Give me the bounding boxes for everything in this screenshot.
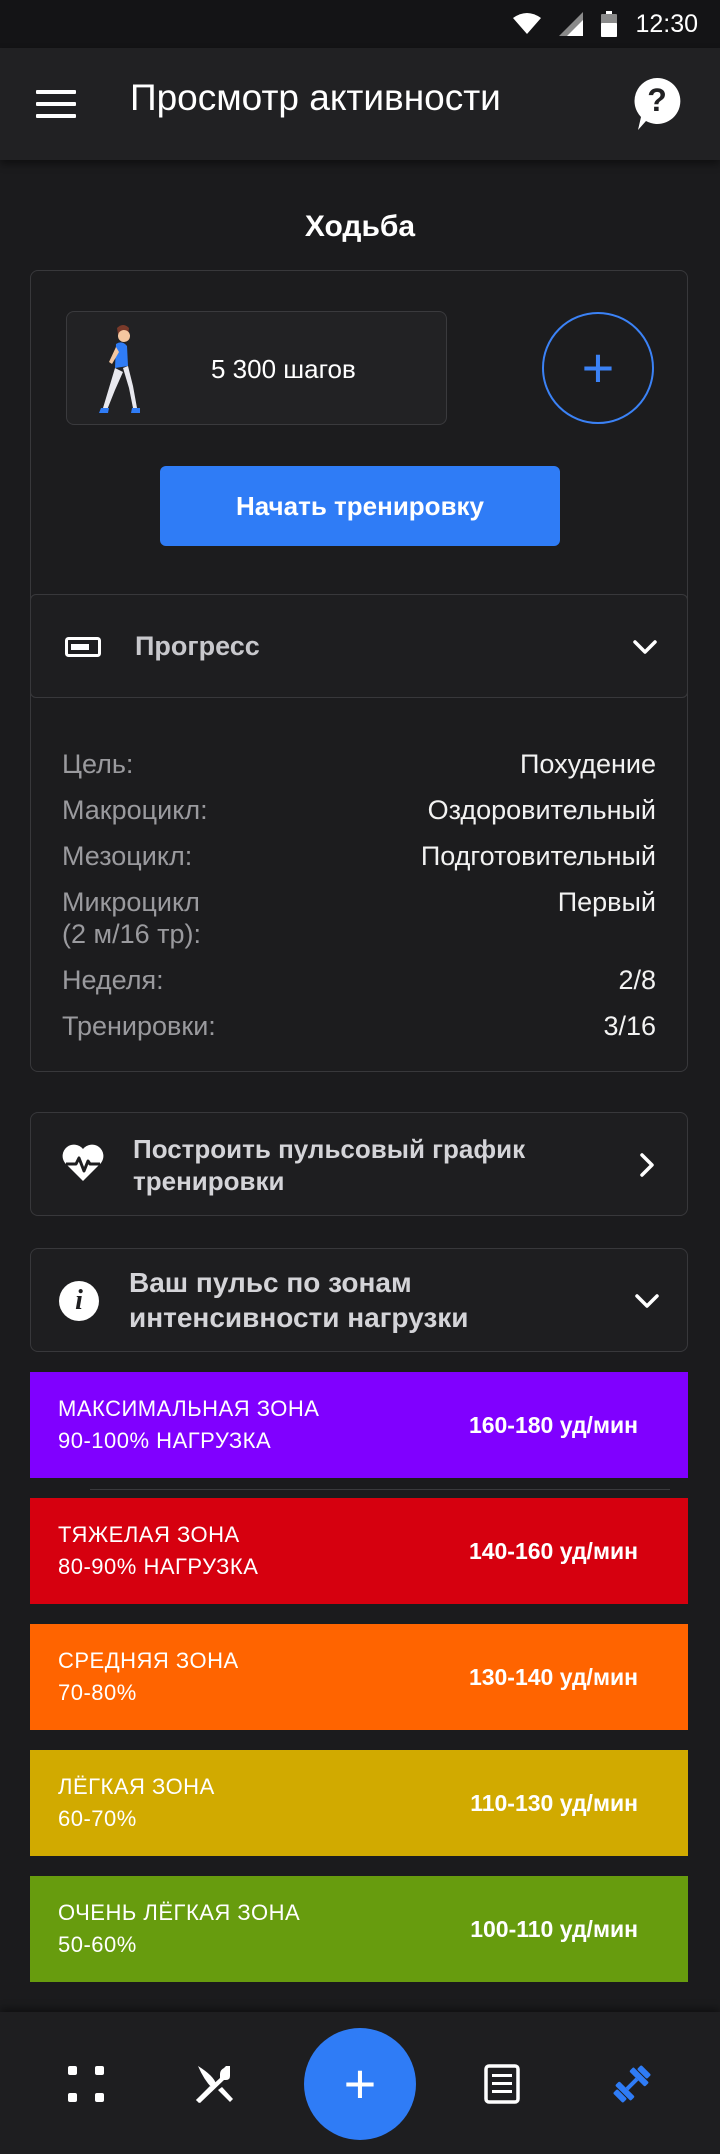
zones-label: Ваш пульс по зонам интенсивности нагрузк… bbox=[129, 1267, 469, 1333]
workouts-label: Тренировки: bbox=[62, 1011, 216, 1041]
help-icon[interactable]: ? bbox=[632, 76, 682, 132]
notes-icon[interactable] bbox=[480, 2062, 524, 2106]
progress-label: Прогресс bbox=[135, 631, 260, 661]
week-value: 2/8 bbox=[618, 965, 656, 995]
week-row: Неделя: 2/8 bbox=[62, 964, 656, 996]
chevron-down-icon bbox=[635, 1294, 659, 1308]
zone-load: 80-90% НАГРУЗКА bbox=[58, 1554, 259, 1579]
activity-title: Ходьба bbox=[304, 210, 416, 243]
workouts-value: 3/16 bbox=[603, 1011, 656, 1041]
food-icon[interactable] bbox=[192, 2062, 236, 2106]
page-title: Просмотр активности bbox=[130, 77, 501, 118]
goal-label: Цель: bbox=[62, 749, 134, 779]
zone-max: МАКСИМАЛЬНАЯ ЗОНА 90-100% НАГРУЗКА 160-1… bbox=[30, 1372, 688, 1478]
zone-name: ОЧЕНЬ ЛЁГКАЯ ЗОНА bbox=[58, 1900, 301, 1925]
heart-pulse-icon bbox=[62, 1144, 104, 1181]
steps-count: 5 300 шагов bbox=[211, 354, 356, 384]
add-steps-button[interactable]: + bbox=[542, 312, 654, 424]
zone-light: ЛЁГКАЯ ЗОНА 60-70% 110-130 уд/мин bbox=[30, 1750, 688, 1856]
walker-icon bbox=[99, 325, 140, 413]
zone-name: МАКСИМАЛЬНАЯ ЗОНА bbox=[58, 1396, 320, 1421]
cellular-signal-icon bbox=[559, 12, 584, 36]
zone-very-light: ОЧЕНЬ ЛЁГКАЯ ЗОНА 50-60% 100-110 уд/мин bbox=[30, 1876, 688, 1982]
info-icon: i bbox=[59, 1281, 99, 1321]
microcycle-label: Микроцикл (2 м/16 тр): bbox=[62, 887, 201, 949]
divider bbox=[90, 1489, 670, 1490]
zone-bpm: 140-160 уд/мин bbox=[468, 1537, 638, 1564]
microcycle-value: Первый bbox=[557, 887, 656, 917]
status-bar: 12:30 bbox=[0, 0, 720, 48]
mesocycle-value: Подготовительный bbox=[420, 841, 656, 871]
week-label: Неделя: bbox=[62, 965, 164, 995]
start-workout-button[interactable]: Начать тренировку bbox=[160, 466, 560, 546]
workout-icon[interactable] bbox=[610, 2062, 654, 2106]
wifi-icon bbox=[513, 13, 542, 34]
zone-medium: СРЕДНЯЯ ЗОНА 70-80% 130-140 уд/мин bbox=[30, 1624, 688, 1730]
mesocycle-label: Мезоцикл: bbox=[62, 841, 193, 871]
dashboard-icon[interactable] bbox=[64, 2062, 108, 2106]
zone-load: 50-60% bbox=[58, 1932, 137, 1957]
menu-icon[interactable] bbox=[36, 90, 76, 120]
zone-load: 60-70% bbox=[58, 1806, 137, 1831]
macrocycle-value: Оздоровительный bbox=[427, 795, 656, 825]
zone-bpm: 160-180 уд/мин bbox=[468, 1411, 638, 1438]
zone-bpm: 110-130 уд/мин bbox=[470, 1789, 638, 1816]
progress-bar-icon bbox=[65, 637, 101, 657]
zone-heavy: ТЯЖЕЛАЯ ЗОНА 80-90% НАГРУЗКА 140-160 уд/… bbox=[30, 1498, 688, 1604]
macrocycle-label: Макроцикл: bbox=[62, 795, 208, 825]
pulse-graph-button[interactable]: Построить пульсовый график тренировки bbox=[30, 1112, 688, 1216]
progress-details: Цель: Похудение Макроцикл: Оздоровительн… bbox=[62, 748, 656, 1056]
steps-box: 5 300 шагов bbox=[66, 311, 447, 425]
microcycle-row: Микроцикл (2 м/16 тр): Первый bbox=[62, 886, 656, 950]
progress-header[interactable]: Прогресс bbox=[30, 594, 688, 698]
battery-icon bbox=[601, 11, 618, 37]
zones-header[interactable]: i Ваш пульс по зонам интенсивности нагру… bbox=[30, 1248, 688, 1352]
pulse-graph-label: Построить пульсовый график тренировки bbox=[133, 1134, 526, 1196]
chevron-right-icon bbox=[640, 1153, 654, 1177]
zone-load: 70-80% bbox=[58, 1680, 137, 1705]
workouts-row: Тренировки: 3/16 bbox=[62, 1010, 656, 1042]
zone-bpm: 100-110 уд/мин bbox=[470, 1915, 638, 1942]
macrocycle-row: Макроцикл: Оздоровительный bbox=[62, 794, 656, 826]
add-icon[interactable]: + bbox=[304, 2028, 416, 2140]
status-time: 12:30 bbox=[635, 9, 698, 38]
zone-name: СРЕДНЯЯ ЗОНА bbox=[58, 1648, 239, 1673]
zone-load: 90-100% НАГРУЗКА bbox=[58, 1428, 272, 1453]
goal-row: Цель: Похудение bbox=[62, 748, 656, 780]
goal-value: Похудение bbox=[519, 749, 656, 779]
zone-name: ТЯЖЕЛАЯ ЗОНА bbox=[58, 1522, 240, 1547]
zone-bpm: 130-140 уд/мин bbox=[468, 1663, 638, 1690]
chevron-down-icon bbox=[633, 640, 657, 654]
zone-name: ЛЁГКАЯ ЗОНА bbox=[58, 1774, 215, 1799]
app-bar: Просмотр активности ? bbox=[0, 48, 720, 160]
mesocycle-row: Мезоцикл: Подготовительный bbox=[62, 840, 656, 872]
svg-text:?: ? bbox=[647, 82, 667, 118]
